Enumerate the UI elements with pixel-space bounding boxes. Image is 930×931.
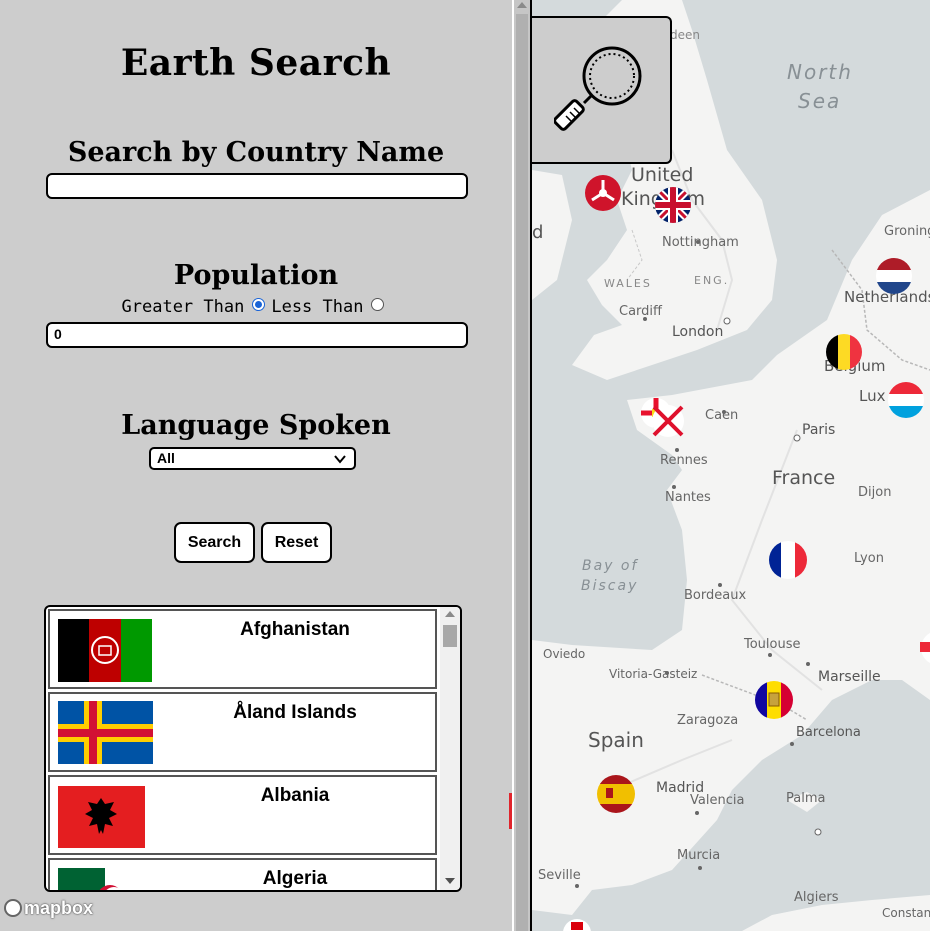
united-kingdom-flag-marker[interactable] [654, 186, 692, 224]
country-card-albania[interactable]: Albania [48, 775, 437, 855]
map-label: WALES [604, 277, 652, 290]
language-select-value: All [157, 450, 175, 466]
scroll-thumb[interactable] [443, 625, 457, 647]
algeria-flag [58, 868, 152, 890]
country-search-input[interactable] [46, 173, 468, 199]
map-label: Constan [882, 906, 930, 920]
map-label: United [631, 164, 694, 186]
country-search-heading: Search by Country Name [67, 137, 445, 168]
map-label: d [532, 222, 544, 243]
population-heading: Population [173, 260, 339, 291]
country-card-afghanistan[interactable]: Afghanistan [48, 609, 437, 689]
map-label: Paris [802, 422, 836, 438]
map-label: Toulouse [744, 637, 801, 652]
mapbox-logo[interactable]: mapbox [4, 898, 93, 919]
map-label: Rennes [660, 453, 708, 468]
scroll-up-icon[interactable] [445, 611, 455, 617]
spain-flag-marker[interactable] [596, 774, 636, 814]
country-card-algeria[interactable]: Algeria [48, 858, 437, 890]
map-label: Nantes [665, 490, 711, 505]
map-label: Nottingham [662, 235, 739, 250]
magnifying-glass-icon [554, 46, 642, 131]
andorra-flag-marker[interactable] [754, 680, 794, 720]
partial-flag-marker[interactable] [920, 630, 930, 666]
map-label: deen [670, 28, 700, 42]
less-than-label: Less Than [271, 297, 364, 317]
mapbox-icon [4, 899, 22, 917]
country-name: Algeria [262, 868, 328, 889]
gibraltar-flag-marker[interactable] [562, 918, 592, 931]
map-label: Cardiff [619, 304, 662, 319]
language-select[interactable]: All [149, 447, 356, 470]
app-title: Earth Search [120, 42, 392, 84]
luxembourg-flag-marker[interactable] [887, 381, 925, 419]
belgium-flag-marker[interactable] [825, 333, 863, 371]
map-label: Spain [588, 728, 644, 752]
map-label: Bay of [582, 558, 639, 574]
chevron-down-icon [334, 453, 346, 467]
mapbox-label: mapbox [24, 898, 94, 918]
map-label: Lyon [854, 551, 884, 566]
map-label: ENG. [694, 274, 730, 287]
map-label: Oviedo [543, 647, 586, 661]
map-label: Valencia [690, 793, 745, 808]
map-label: Caen [705, 408, 739, 423]
map-label: Biscay [581, 578, 639, 594]
language-heading: Language Spoken [121, 410, 391, 441]
scroll-down-icon[interactable] [445, 878, 455, 884]
greater-than-label: Greater Than [121, 297, 245, 317]
map-label: Barcelona [796, 725, 861, 740]
aland-flag [58, 701, 153, 764]
scroll-up-icon[interactable] [517, 2, 527, 8]
search-panel: Earth Search Search by Country Name Popu… [0, 0, 512, 931]
country-card-aland-islands[interactable]: Åland Islands [48, 692, 437, 772]
country-name: Åland Islands [233, 702, 357, 723]
map-label: Vitoria-Gasteiz [609, 667, 698, 681]
list-scrollbar[interactable] [440, 607, 460, 890]
albania-flag [58, 786, 145, 848]
less-than-radio[interactable] [371, 298, 385, 311]
isle-of-man-flag-marker[interactable] [584, 174, 622, 212]
map-label: Groningen [884, 224, 930, 239]
map-label: Palma [786, 791, 826, 806]
panel-scrollbar[interactable] [512, 0, 532, 931]
greater-than-radio[interactable] [252, 298, 266, 311]
map-label: Lux [859, 387, 886, 405]
population-input[interactable]: 0 [46, 322, 468, 348]
country-name: Afghanistan [240, 619, 350, 640]
map-label: Zaragoza [677, 713, 739, 728]
map-label: North [787, 60, 853, 84]
reset-button[interactable]: Reset [261, 522, 332, 563]
afghanistan-flag [58, 619, 152, 682]
scroll-thumb[interactable] [516, 14, 528, 931]
map-label: Murcia [677, 848, 721, 863]
country-name: Albania [260, 785, 330, 806]
map-label: Dijon [858, 485, 892, 500]
map-label: Marseille [818, 669, 881, 685]
marker-fragment [509, 793, 512, 829]
map-label: Algiers [794, 890, 839, 905]
map-label: Sea [798, 89, 842, 113]
netherlands-flag-marker[interactable] [875, 257, 913, 295]
map-search-toggle[interactable] [532, 16, 672, 164]
map-label: Bordeaux [684, 588, 747, 603]
france-flag-marker[interactable] [768, 540, 808, 580]
country-list[interactable]: Afghanistan Åland Islands Albania Algeri… [44, 605, 462, 892]
map-label: France [772, 467, 836, 489]
jersey-guernsey-flag-marker[interactable] [638, 395, 686, 443]
map-label: London [672, 324, 724, 340]
population-filter-options: Greater Than Less Than [0, 297, 512, 317]
map-label: Seville [538, 868, 581, 883]
search-button[interactable]: Search [174, 522, 255, 563]
